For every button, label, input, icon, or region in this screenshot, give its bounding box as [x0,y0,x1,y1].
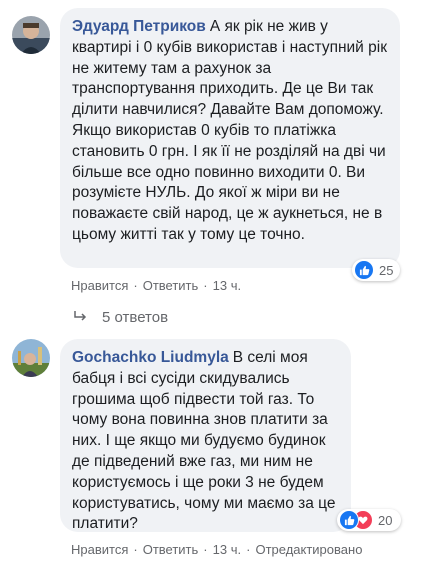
reply-arrow-icon [74,309,88,326]
comment-bubble: Эдуард Петриков А як рік не жив у квартир… [60,8,400,268]
separator: · [246,542,251,557]
reply-link[interactable]: Ответить [143,542,199,557]
avatar[interactable] [12,16,50,54]
replies-count: 5 ответов [102,309,169,326]
edited-label[interactable]: Отредактировано [255,542,362,557]
reaction-count: 25 [379,262,394,278]
timestamp[interactable]: 13 ч. [213,542,241,557]
like-link[interactable]: Нравится [71,278,128,293]
comment: Эдуард Петриков А як рік не жив у квартир… [0,0,437,335]
like-icon [354,260,374,280]
comment: Gochachko Liudmyla В селі моя бабця і всі… [0,335,437,573]
comment-author[interactable]: Эдуард Петриков [72,18,206,35]
reaction-summary[interactable]: 25 [352,259,400,281]
reaction-count: 20 [378,512,393,528]
like-icon [339,510,359,530]
comment-author[interactable]: Gochachko Liudmyla [72,349,229,366]
like-link[interactable]: Нравится [71,542,128,557]
comment-text: В селі моя бабця і всі сусіди скидувалис… [72,349,336,533]
comment-actions: Нравится · Ответить · 13 ч. [71,278,241,294]
view-replies-button[interactable]: 5 ответов [74,309,168,326]
timestamp[interactable]: 13 ч. [213,278,241,293]
separator: · [133,542,138,557]
separator: · [203,542,208,557]
reaction-summary[interactable]: 20 [337,509,401,531]
comment-actions: Нравится · Ответить · 13 ч. · Отредактировано [71,542,362,558]
avatar[interactable] [12,339,50,377]
reply-link[interactable]: Ответить [143,278,199,293]
separator: · [203,278,208,293]
separator: · [133,278,138,293]
comment-text: А як рік не жив у квартирі і 0 кубів вик… [72,18,387,243]
comment-bubble: Gochachko Liudmyla В селі моя бабця і всі… [60,339,351,532]
